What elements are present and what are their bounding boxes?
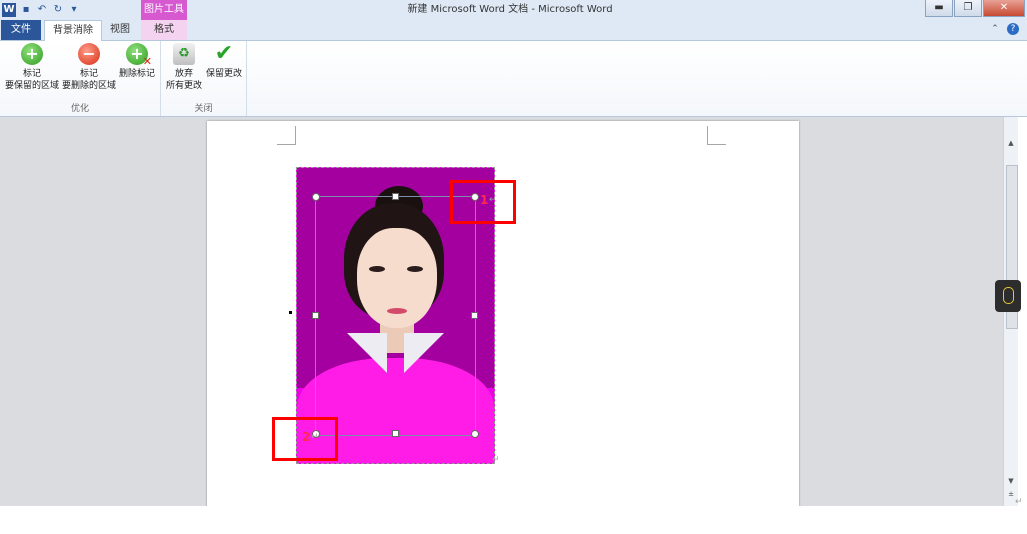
button-label-line1: 删除标记 (118, 69, 155, 79)
annotation-return-mark-1: ↵ (489, 195, 497, 205)
window-controls: ▬ ❐ ✕ (924, 0, 1025, 17)
marquee-handle-top-left[interactable] (312, 193, 320, 201)
redo-icon[interactable]: ↻ (52, 4, 64, 16)
button-label-line1: 放弃 (174, 69, 193, 79)
mark-areas-to-remove-button[interactable]: − 标记 要删除的区域 (61, 43, 117, 92)
ribbon-group-refine: + 标记 要保留的区域 − 标记 要删除的区域 + 删除标记 优化 (0, 41, 161, 116)
button-label-line2: 所有更改 (165, 81, 202, 91)
checkmark-icon: ✔ (214, 41, 234, 66)
ribbon-tabs: 文件 背景消除 视图 格式 (0, 20, 1027, 41)
title-bar: W ▪ ↶ ↻ ▾ 图片工具 新建 Microsoft Word 文档 - Mi… (0, 0, 1027, 20)
save-icon[interactable]: ▪ (20, 4, 32, 16)
recycle-bin-icon: ♻ (173, 43, 195, 65)
page-return-mark: ↵ (1015, 497, 1023, 507)
margin-corner-mark-right (707, 126, 726, 145)
marquee-handle-bottom-right[interactable] (471, 430, 479, 438)
annotation-label-1: 1 (480, 193, 489, 207)
floating-mouse-widget[interactable] (995, 280, 1021, 312)
document-canvas[interactable]: ↵ 1 ↵ 2 ↵ (0, 117, 1003, 506)
group-label-close: 关闭 (194, 104, 213, 114)
collapse-ribbon-icon[interactable]: ⌃ (989, 23, 1001, 35)
mouse-icon (1003, 287, 1014, 304)
scroll-up-arrow[interactable]: ▲ (1006, 139, 1016, 147)
restore-button[interactable]: ❐ (954, 0, 982, 17)
photo-return-mark: ↵ (492, 455, 500, 465)
word-app-icon[interactable]: W (2, 3, 16, 17)
button-label-line1: 标记 (22, 69, 41, 79)
customize-toolbar-icon[interactable]: ▾ (68, 4, 80, 16)
keep-changes-button[interactable]: ✔ 保留更改 (203, 43, 245, 80)
delete-mark-icon: + (126, 43, 152, 67)
annotation-label-2: 2 (302, 430, 311, 444)
undo-icon[interactable]: ↶ (36, 4, 48, 16)
margin-corner-mark-left (277, 126, 296, 145)
object-anchor-mark (289, 311, 292, 314)
minus-icon: − (78, 43, 100, 65)
discard-all-changes-button[interactable]: ♻ 放弃 所有更改 (163, 43, 205, 92)
tab-background-removal[interactable]: 背景消除 (44, 20, 102, 41)
button-label-line1: 标记 (79, 69, 98, 79)
group-label-refine: 优化 (70, 104, 89, 114)
minimize-button[interactable]: ▬ (925, 0, 953, 17)
tab-file[interactable]: 文件 (1, 20, 41, 40)
picture-tools-context-label: 图片工具 (141, 0, 187, 20)
mark-areas-to-keep-button[interactable]: + 标记 要保留的区域 (4, 43, 60, 92)
document-page[interactable]: ↵ 1 ↵ 2 ↵ (207, 121, 799, 506)
marquee-handle-left[interactable] (312, 312, 319, 319)
marquee-handle-bottom[interactable] (392, 430, 399, 437)
marquee-handle-right[interactable] (471, 312, 478, 319)
quick-access-toolbar: W ▪ ↶ ↻ ▾ (0, 2, 80, 18)
button-label-line1: 保留更改 (205, 69, 242, 79)
help-area: ⌃ ? (989, 23, 1019, 35)
ribbon: + 标记 要保留的区域 − 标记 要删除的区域 + 删除标记 优化 ♻ 放弃 所… (0, 41, 1027, 117)
scroll-down-arrow[interactable]: ▼ (1006, 477, 1016, 485)
help-icon[interactable]: ? (1007, 23, 1019, 35)
background-removal-marquee[interactable] (315, 196, 476, 436)
delete-mark-button[interactable]: + 删除标记 (117, 43, 157, 80)
button-label-line2: 要删除的区域 (61, 81, 116, 91)
plus-icon: + (21, 43, 43, 65)
ribbon-group-close: ♻ 放弃 所有更改 ✔ 保留更改 关闭 (161, 41, 247, 116)
window-title: 新建 Microsoft Word 文档 - Microsoft Word (407, 4, 613, 15)
marquee-handle-top[interactable] (392, 193, 399, 200)
annotation-return-mark-2: ↵ (311, 432, 319, 442)
tab-view[interactable]: 视图 (100, 20, 140, 40)
close-button[interactable]: ✕ (983, 0, 1025, 17)
tab-format[interactable]: 格式 (141, 20, 187, 40)
button-label-line2: 要保留的区域 (4, 81, 59, 91)
